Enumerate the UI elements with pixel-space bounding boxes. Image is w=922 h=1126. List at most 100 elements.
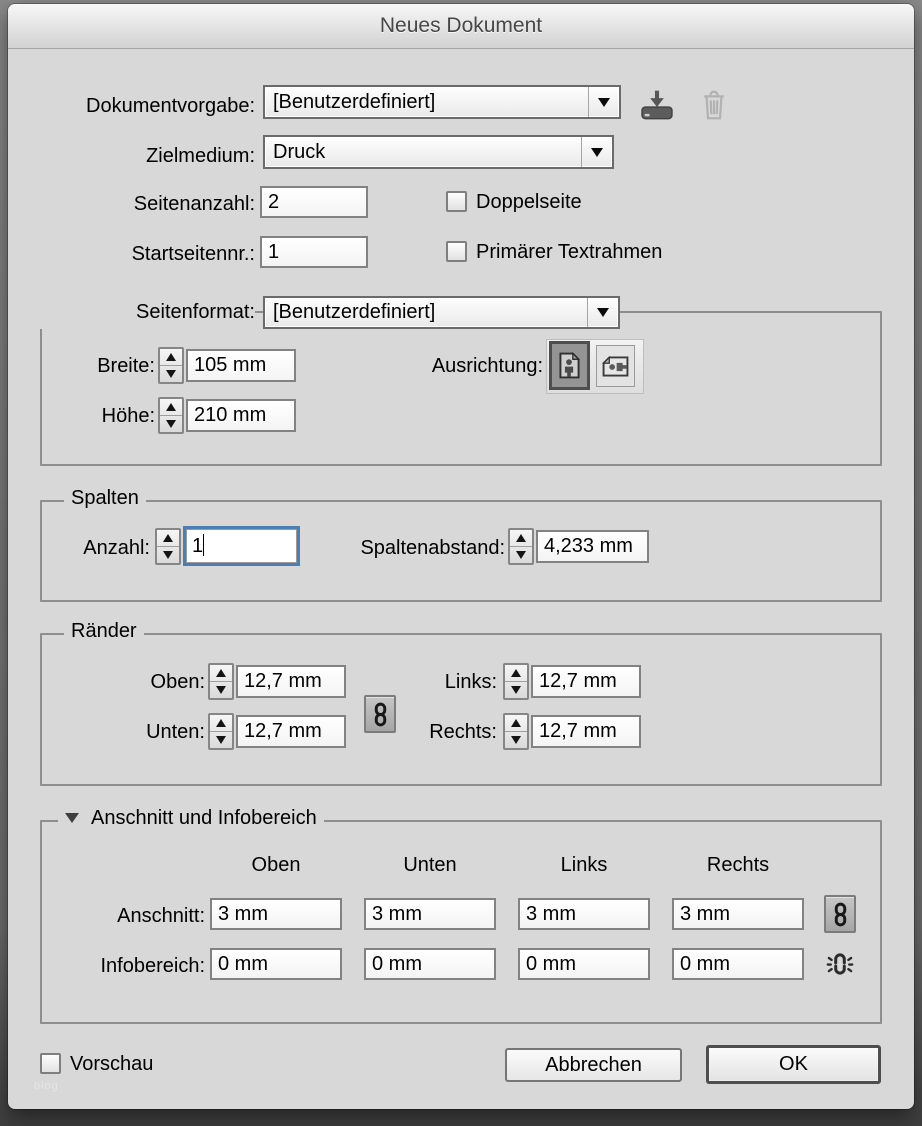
preview-checkbox[interactable] (40, 1053, 61, 1074)
document-preset-label: Dokumentvorgabe: (28, 89, 255, 123)
columns-legend: Spalten (64, 487, 146, 510)
orientation-landscape-button[interactable] (596, 345, 635, 387)
intent-dropdown[interactable]: Druck (263, 135, 614, 169)
margin-left-stepper[interactable] (503, 663, 529, 700)
slug-top-field[interactable]: 0 mm (210, 948, 342, 980)
stepper-down-icon[interactable] (210, 731, 232, 748)
margins-group: Ränder (40, 633, 882, 786)
stepper-down-icon[interactable] (157, 546, 179, 563)
stepper-down-icon[interactable] (505, 731, 527, 748)
intent-label: Zielmedium: (28, 139, 255, 173)
page-count-field[interactable]: 2 (260, 186, 368, 218)
new-document-dialog: Neues Dokument Dokumentvorgabe: [Benutze… (8, 4, 914, 1109)
margin-right-field[interactable]: 12,7 mm (531, 715, 641, 748)
stepper-up-icon[interactable] (505, 715, 527, 731)
stepper-up-icon[interactable] (160, 349, 182, 365)
slug-bottom-field[interactable]: 0 mm (364, 948, 496, 980)
margin-bottom-stepper[interactable] (208, 713, 234, 750)
height-field[interactable]: 210 mm (186, 399, 296, 432)
start-page-label: Startseitennr.: (28, 238, 255, 270)
orientation-portrait-button[interactable] (549, 341, 590, 390)
slug-label: Infobereich: (38, 950, 205, 982)
slug-left-field[interactable]: 0 mm (518, 948, 650, 980)
bleed-label: Anschnitt: (48, 900, 205, 932)
column-count-stepper[interactable] (155, 528, 181, 565)
page-format-legend: Seitenformat: (28, 296, 255, 329)
margin-left-field[interactable]: 12,7 mm (531, 665, 641, 698)
stepper-up-icon[interactable] (160, 399, 182, 415)
document-preset-dropdown[interactable]: [Benutzerdefiniert] (263, 85, 621, 119)
width-stepper[interactable] (158, 347, 184, 384)
page-count-label: Seitenanzahl: (28, 188, 255, 220)
dialog-titlebar[interactable]: Neues Dokument (8, 4, 914, 49)
chain-link-icon (372, 702, 389, 727)
dropdown-arrow-zone (588, 87, 619, 117)
bleed-top-field[interactable]: 3 mm (210, 898, 342, 930)
column-count-value: 1 (192, 535, 203, 557)
save-preset-icon (640, 90, 674, 120)
start-page-field[interactable]: 1 (260, 236, 368, 268)
margin-right-stepper[interactable] (503, 713, 529, 750)
chain-link-icon (832, 902, 849, 927)
bleed-left-field[interactable]: 3 mm (518, 898, 650, 930)
broken-chain-icon (825, 949, 855, 979)
watermark-text: blog (34, 1080, 59, 1092)
margins-legend: Ränder (64, 620, 144, 643)
landscape-page-icon (602, 356, 629, 377)
slug-right-field[interactable]: 0 mm (672, 948, 804, 980)
gutter-label: Spaltenabstand: (308, 530, 505, 567)
margin-top-field[interactable]: 12,7 mm (236, 665, 346, 698)
column-count-label: Anzahl: (28, 530, 150, 567)
margins-link-button[interactable] (364, 695, 396, 733)
gutter-field[interactable]: 4,233 mm (536, 530, 649, 563)
page-size-value: [Benutzerdefiniert] (273, 301, 587, 324)
intent-value: Druck (273, 141, 581, 164)
column-header-right: Rechts (672, 854, 804, 877)
stepper-up-icon[interactable] (157, 530, 179, 546)
stepper-down-icon[interactable] (210, 681, 232, 698)
bleed-slug-legend: Anschnitt und Infobereich (58, 807, 324, 830)
facing-pages-label: Doppelseite (476, 188, 582, 216)
page-format-group (40, 311, 882, 466)
ok-button[interactable]: OK (706, 1045, 881, 1084)
margin-left-label: Links: (378, 666, 497, 699)
height-stepper[interactable] (158, 397, 184, 434)
bleed-right-field[interactable]: 3 mm (672, 898, 804, 930)
height-label: Höhe: (48, 400, 155, 433)
delete-preset-button[interactable] (696, 88, 732, 122)
stepper-down-icon[interactable] (505, 681, 527, 698)
stepper-down-icon[interactable] (160, 365, 182, 382)
stepper-up-icon[interactable] (210, 715, 232, 731)
chevron-down-icon (597, 308, 609, 317)
stepper-down-icon[interactable] (160, 415, 182, 432)
margin-top-label: Oben: (88, 666, 205, 699)
page-size-dropdown[interactable]: [Benutzerdefiniert] (263, 296, 620, 329)
primary-text-frame-label: Primärer Textrahmen (476, 238, 662, 266)
gutter-stepper[interactable] (508, 528, 534, 565)
stepper-up-icon[interactable] (510, 530, 532, 546)
disclosure-triangle-icon[interactable] (65, 813, 79, 823)
slug-unlink-button[interactable] (822, 946, 858, 982)
bleed-bottom-field[interactable]: 3 mm (364, 898, 496, 930)
dropdown-arrow-zone (581, 137, 612, 167)
dropdown-arrow-zone (587, 298, 618, 327)
facing-pages-checkbox[interactable] (446, 191, 467, 212)
chevron-down-icon (591, 148, 603, 157)
save-preset-button[interactable] (636, 87, 678, 123)
stepper-up-icon[interactable] (505, 665, 527, 681)
cancel-button[interactable]: Abbrechen (505, 1048, 682, 1082)
bleed-link-button[interactable] (824, 895, 856, 933)
text-caret (203, 534, 204, 556)
margin-bottom-field[interactable]: 12,7 mm (236, 715, 346, 748)
primary-text-frame-checkbox[interactable] (446, 241, 467, 262)
column-count-field[interactable]: 1 (183, 526, 300, 566)
margin-bottom-label: Unten: (88, 716, 205, 749)
bleed-slug-legend-text: Anschnitt und Infobereich (91, 807, 317, 829)
stepper-up-icon[interactable] (210, 665, 232, 681)
column-header-bottom: Unten (364, 854, 496, 877)
document-preset-value: [Benutzerdefiniert] (273, 91, 588, 114)
width-field[interactable]: 105 mm (186, 349, 296, 382)
stepper-down-icon[interactable] (510, 546, 532, 563)
margin-top-stepper[interactable] (208, 663, 234, 700)
column-header-left: Links (518, 854, 650, 877)
